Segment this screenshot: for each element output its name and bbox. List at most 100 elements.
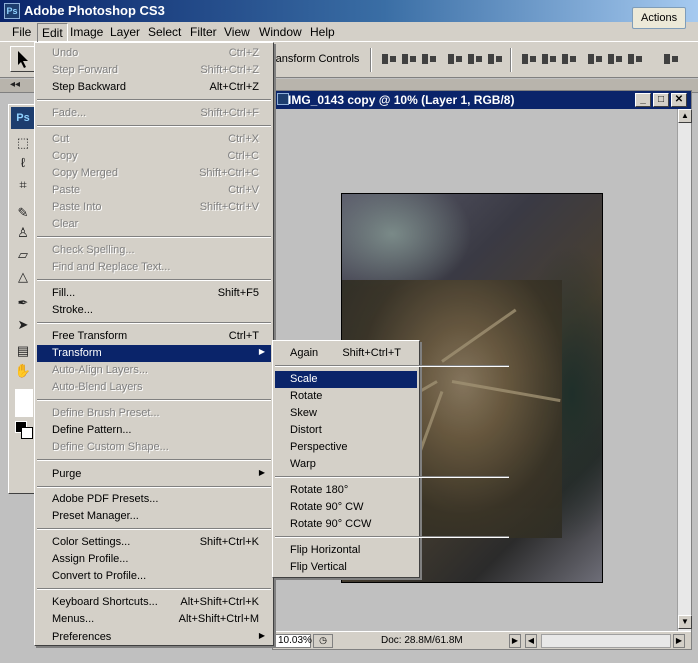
menu-item-preferences[interactable]: Preferences ▶ (37, 629, 271, 646)
notes-tool-icon[interactable]: ▤ (14, 343, 32, 359)
menu-file[interactable]: File (12, 25, 31, 39)
submenu-item-rotate-180[interactable]: Rotate 180° (275, 482, 417, 499)
zoom-menu-icon[interactable]: ◷ (313, 634, 333, 648)
distribute-right-edges-icon[interactable] (626, 51, 644, 67)
menu-item-fade[interactable]: Fade... Shift+Ctrl+F (37, 105, 271, 122)
menu-help[interactable]: Help (310, 25, 335, 39)
status-menu-arrow-icon[interactable]: ▶ (509, 634, 521, 648)
distribute-top-edges-icon[interactable] (520, 51, 538, 67)
tool-preset-picker[interactable] (10, 46, 36, 72)
menu-item-menus[interactable]: Menus... Alt+Shift+Ctrl+M (37, 611, 271, 628)
align-left-edges-icon[interactable] (446, 51, 464, 67)
menu-item-fill[interactable]: Fill... Shift+F5 (37, 285, 271, 302)
brush-tool-icon[interactable]: ✎ (14, 205, 32, 221)
menu-filter[interactable]: Filter (190, 25, 217, 39)
menu-item-find-replace[interactable]: Find and Replace Text... (37, 259, 271, 276)
menu-separator (37, 399, 271, 401)
menu-view[interactable]: View (224, 25, 250, 39)
show-transform-controls-label[interactable]: ransform Controls (272, 53, 359, 65)
submenu-item-rotate-90-cw[interactable]: Rotate 90° CW (275, 499, 417, 516)
scroll-down-arrow-icon[interactable]: ▼ (678, 615, 692, 629)
spider-leg (451, 380, 561, 403)
menu-item-auto-align-layers[interactable]: Auto-Align Layers... (37, 362, 271, 379)
menu-item-clear[interactable]: Clear (37, 216, 271, 233)
vertical-scrollbar[interactable]: ▲ ▼ (677, 109, 692, 631)
submenu-item-again[interactable]: Again Shift+Ctrl+T (275, 345, 417, 362)
crop-tool-icon[interactable]: ⌗ (14, 177, 32, 193)
menu-item-copy[interactable]: Copy Ctrl+C (37, 148, 271, 165)
submenu-item-skew[interactable]: Skew (275, 405, 417, 422)
menu-select[interactable]: Select (148, 25, 181, 39)
align-right-edges-icon[interactable] (486, 51, 504, 67)
menu-item-define-brush-preset[interactable]: Define Brush Preset... (37, 405, 271, 422)
align-horizontal-centers-icon[interactable] (466, 51, 484, 67)
submenu-item-rotate[interactable]: Rotate (275, 388, 417, 405)
eraser-tool-icon[interactable]: ▱ (14, 247, 32, 263)
menu-image[interactable]: Image (70, 25, 103, 39)
menu-layer[interactable]: Layer (110, 25, 140, 39)
distribute-left-edges-icon[interactable] (586, 51, 604, 67)
menu-item-transform[interactable]: Transform ▶ (37, 345, 271, 362)
menu-item-free-transform[interactable]: Free Transform Ctrl+T (37, 328, 271, 345)
menu-item-step-backward[interactable]: Step Backward Alt+Ctrl+Z (37, 79, 271, 96)
document-size-info: Doc: 28.8M/61.8M (381, 635, 463, 646)
distribute-vertical-centers-icon[interactable] (540, 51, 558, 67)
menu-separator (37, 322, 271, 324)
submenu-item-flip-horizontal[interactable]: Flip Horizontal (275, 542, 417, 559)
horizontal-scrollbar[interactable] (541, 634, 671, 648)
menu-item-paste-into[interactable]: Paste Into Shift+Ctrl+V (37, 199, 271, 216)
submenu-item-warp[interactable]: Warp (275, 456, 417, 473)
maximize-button[interactable]: □ (653, 93, 669, 107)
menu-separator (275, 536, 509, 538)
distribute-horizontal-centers-icon[interactable] (606, 51, 624, 67)
menu-item-adobe-pdf-presets[interactable]: Adobe PDF Presets... (37, 491, 271, 508)
menu-item-cut[interactable]: Cut Ctrl+X (37, 131, 271, 148)
menu-item-paste[interactable]: Paste Ctrl+V (37, 182, 271, 199)
menu-item-copy-merged[interactable]: Copy Merged Shift+Ctrl+C (37, 165, 271, 182)
menu-window[interactable]: Window (259, 25, 302, 39)
menu-item-step-forward[interactable]: Step Forward Shift+Ctrl+Z (37, 62, 271, 79)
align-top-edges-icon[interactable] (380, 51, 398, 67)
background-color-swatch[interactable] (21, 427, 33, 439)
align-vertical-centers-icon[interactable] (400, 51, 418, 67)
photoshop-logo[interactable]: Ps (11, 107, 35, 129)
marquee-tool-icon[interactable]: ⬚ (14, 135, 32, 151)
menu-item-define-pattern[interactable]: Define Pattern... (37, 422, 271, 439)
actions-palette-button[interactable]: Actions (632, 7, 686, 29)
menu-item-purge[interactable]: Purge ▶ (37, 466, 271, 483)
align-bottom-edges-icon[interactable] (420, 51, 438, 67)
close-button[interactable]: ✕ (671, 93, 687, 107)
collapse-arrows-icon[interactable]: ◂◂ (10, 79, 20, 90)
menu-item-convert-to-profile[interactable]: Convert to Profile... (37, 568, 271, 585)
scroll-left-arrow-icon[interactable]: ◀ (525, 634, 537, 648)
pen-tool-icon[interactable]: ✒ (14, 295, 32, 311)
zoom-level-field[interactable]: 10.03% (275, 634, 312, 648)
menu-edit[interactable]: Edit (37, 23, 68, 43)
submenu-arrow-icon: ▶ (258, 347, 265, 356)
menu-item-auto-blend-layers[interactable]: Auto-Blend Layers (37, 379, 271, 396)
menu-item-stroke[interactable]: Stroke... (37, 302, 271, 319)
menu-item-keyboard-shortcuts[interactable]: Keyboard Shortcuts... Alt+Shift+Ctrl+K (37, 594, 271, 611)
menu-item-color-settings[interactable]: Color Settings... Shift+Ctrl+K (37, 534, 271, 551)
minimize-button[interactable]: _ (635, 93, 651, 107)
document-title-bar[interactable]: IMG_0143 copy @ 10% (Layer 1, RGB/8) _ □… (273, 91, 691, 109)
submenu-item-rotate-90-ccw[interactable]: Rotate 90° CCW (275, 516, 417, 533)
menu-item-assign-profile[interactable]: Assign Profile... (37, 551, 271, 568)
scroll-up-arrow-icon[interactable]: ▲ (678, 109, 692, 123)
menu-item-undo[interactable]: Undo Ctrl+Z (37, 45, 271, 62)
menu-item-define-custom-shape[interactable]: Define Custom Shape... (37, 439, 271, 456)
submenu-item-distort[interactable]: Distort (275, 422, 417, 439)
scroll-right-arrow-icon[interactable]: ▶ (673, 634, 685, 648)
lasso-tool-icon[interactable]: ℓ (14, 155, 32, 171)
path-selection-tool-icon[interactable]: ➤ (14, 317, 32, 333)
menu-item-check-spelling[interactable]: Check Spelling... (37, 242, 271, 259)
submenu-item-flip-vertical[interactable]: Flip Vertical (275, 559, 417, 576)
auto-align-layers-icon[interactable] (662, 51, 680, 67)
blur-tool-icon[interactable]: △ (14, 269, 32, 285)
submenu-item-scale[interactable]: Scale (275, 371, 417, 388)
menu-item-preset-manager[interactable]: Preset Manager... (37, 508, 271, 525)
distribute-bottom-edges-icon[interactable] (560, 51, 578, 67)
clone-stamp-tool-icon[interactable]: ♙ (14, 225, 32, 241)
hand-tool-icon[interactable]: ✋ (14, 363, 32, 379)
submenu-item-perspective[interactable]: Perspective (275, 439, 417, 456)
